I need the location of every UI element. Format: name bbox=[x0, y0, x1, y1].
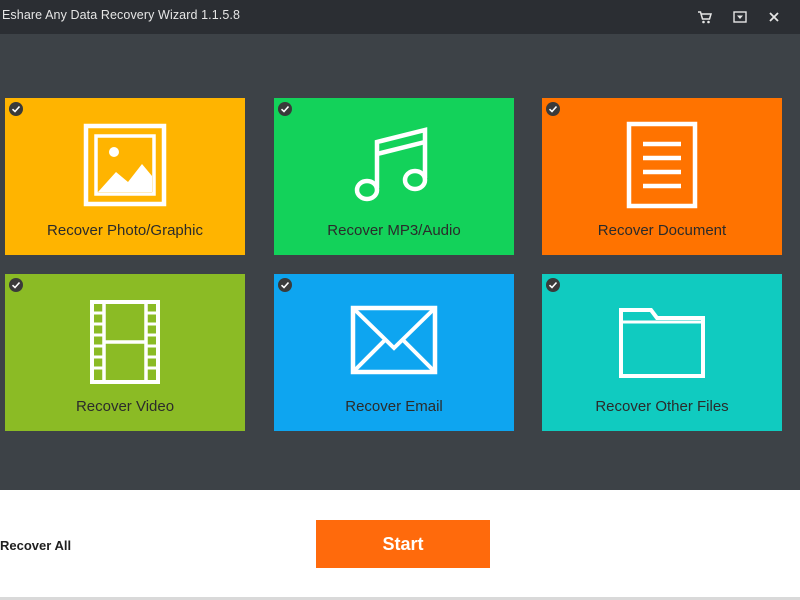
tile-recover-document[interactable]: Recover Document bbox=[542, 98, 782, 255]
start-button[interactable]: Start bbox=[316, 520, 490, 568]
checkmark-icon[interactable] bbox=[8, 101, 24, 117]
film-strip-icon bbox=[80, 296, 170, 386]
recover-all-checkbox-label[interactable]: Recover All bbox=[0, 538, 71, 553]
tile-label: Recover Document bbox=[597, 222, 727, 239]
tile-recover-other-files[interactable]: Recover Other Files bbox=[542, 274, 782, 431]
dropdown-icon[interactable] bbox=[731, 8, 749, 26]
checkmark-icon[interactable] bbox=[8, 277, 24, 293]
tile-recover-photo[interactable]: Recover Photo/Graphic bbox=[5, 98, 245, 255]
checkmark-icon[interactable] bbox=[277, 101, 293, 117]
footer-bar: Recover All Start bbox=[0, 490, 800, 600]
envelope-icon bbox=[349, 296, 439, 386]
window-title: Eshare Any Data Recovery Wizard 1.1.5.8 bbox=[2, 8, 241, 22]
tile-label: Recover Email bbox=[345, 398, 443, 415]
tile-label: Recover Photo/Graphic bbox=[47, 222, 203, 239]
music-note-icon bbox=[349, 120, 439, 210]
tile-recover-audio[interactable]: Recover MP3/Audio bbox=[274, 98, 514, 255]
checkmark-icon[interactable] bbox=[545, 101, 561, 117]
tile-label: Recover Video bbox=[75, 398, 175, 415]
tile-label: Recover Other Files bbox=[595, 398, 729, 415]
tile-recover-video[interactable]: Recover Video bbox=[5, 274, 245, 431]
document-icon bbox=[617, 120, 707, 210]
checkmark-icon[interactable] bbox=[545, 277, 561, 293]
title-bar: Eshare Any Data Recovery Wizard 1.1.5.8 bbox=[0, 0, 800, 34]
recovery-type-panel: Recover Photo/Graphic Recover MP3/Audio bbox=[0, 34, 800, 490]
photo-icon bbox=[80, 120, 170, 210]
tile-recover-email[interactable]: Recover Email bbox=[274, 274, 514, 431]
checkmark-icon[interactable] bbox=[277, 277, 293, 293]
close-icon[interactable] bbox=[765, 8, 783, 26]
tile-label: Recover MP3/Audio bbox=[327, 222, 461, 239]
folder-icon bbox=[617, 296, 707, 386]
cart-icon[interactable] bbox=[696, 8, 714, 26]
